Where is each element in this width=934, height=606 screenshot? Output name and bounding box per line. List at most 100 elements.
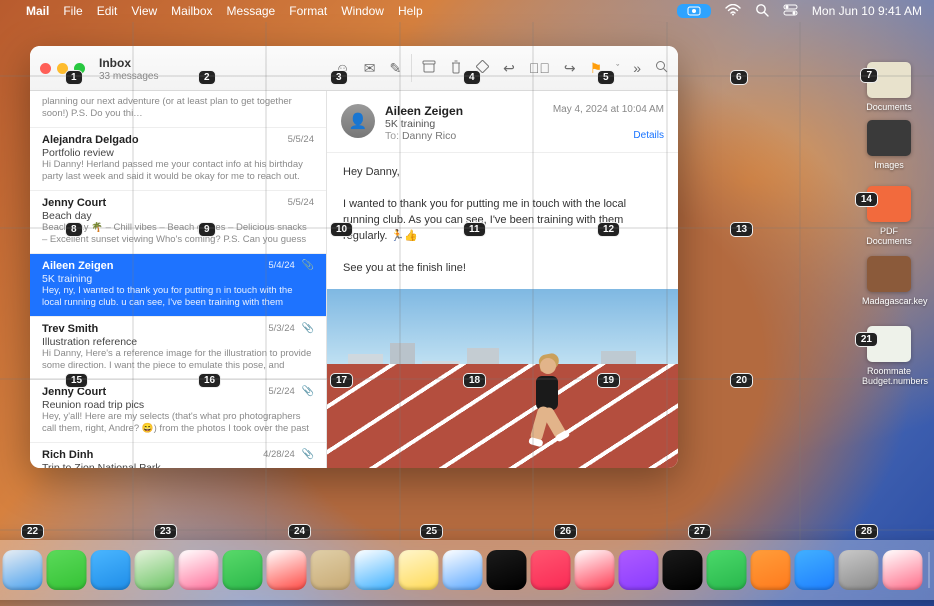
menu-mailbox[interactable]: Mailbox	[171, 4, 212, 18]
msg-subject: Trip to Zion National Park	[42, 462, 314, 468]
mailbox-title: Inbox	[99, 57, 158, 70]
message-row[interactable]: Jenny Court 5/5/24Beach dayBeach Day 🌴 – …	[30, 191, 326, 254]
dock-app-safari[interactable]	[3, 550, 43, 590]
dock-app-stocks[interactable]	[663, 550, 703, 590]
dock-app-tv[interactable]	[487, 550, 527, 590]
archive-icon[interactable]	[422, 60, 436, 76]
msg-sender: Jenny Court	[42, 386, 106, 398]
dock-app-pages[interactable]	[751, 550, 791, 590]
toolbar-search-icon[interactable]	[655, 60, 668, 76]
dock-app-notes[interactable]	[399, 550, 439, 590]
attachment-icon: 📎	[299, 260, 314, 271]
desktop-item-label: Madagascar.key	[862, 296, 916, 306]
msg-date: 5/4/24 📎	[268, 260, 314, 272]
dock-app-messages[interactable]	[47, 550, 87, 590]
menu-message[interactable]: Message	[227, 4, 276, 18]
msg-sender: Jenny Court	[42, 197, 106, 209]
msg-preview: Beach Day 🌴 – Chill vibes – Beach games …	[42, 222, 314, 246]
desktop-item[interactable]: Roommate Budget.numbers	[862, 326, 916, 386]
menubar-app-name[interactable]: Mail	[26, 4, 49, 18]
forward-icon[interactable]: ↪	[564, 60, 576, 77]
msg-preview: planning our next adventure (or at least…	[42, 96, 314, 120]
desktop-item[interactable]: Madagascar.key	[862, 256, 916, 306]
menu-view[interactable]: View	[131, 4, 157, 18]
attachment-icon: 📎	[299, 386, 314, 397]
mail-window: Inbox 33 messages ☺ ✉ ✎ ↩ ↩⃔ ↪ ⚑ ˇ »	[30, 46, 678, 468]
window-minimize-button[interactable]	[57, 63, 68, 74]
desktop-item[interactable]: PDF Documents	[862, 186, 916, 246]
desktop-item-label: PDF Documents	[862, 226, 916, 246]
msg-date: 5/5/24	[288, 197, 314, 209]
menu-window[interactable]: Window	[341, 4, 384, 18]
dock-app-iphone-mirroring[interactable]	[883, 550, 923, 590]
message-row[interactable]: planning our next adventure (or at least…	[30, 90, 326, 128]
msg-date: 4/28/24 📎	[263, 449, 314, 461]
mute-icon[interactable]: ☺	[335, 60, 349, 76]
dock-app-mail[interactable]	[91, 550, 131, 590]
trash-icon[interactable]	[450, 60, 462, 77]
message-viewer: 👤 Aileen Zeigen 5K training To: Danny Ri…	[327, 46, 678, 468]
message-from: Aileen Zeigen	[385, 104, 543, 118]
message-body: Hey Danny, I wanted to thank you for put…	[327, 153, 678, 289]
details-link[interactable]: Details	[553, 130, 664, 141]
dock-app-news[interactable]	[575, 550, 615, 590]
msg-sender: Rich Dinh	[42, 449, 93, 461]
attachment-icon: 📎	[299, 323, 314, 334]
menubar-clock[interactable]: Mon Jun 10 9:41 AM	[812, 4, 922, 18]
dock-app-maps[interactable]	[135, 550, 175, 590]
dock-app-contacts[interactable]	[311, 550, 351, 590]
dock-app-freeform[interactable]	[443, 550, 483, 590]
message-attachment-image	[327, 289, 678, 468]
msg-sender: Alejandra Delgado	[42, 134, 139, 146]
menu-help[interactable]: Help	[398, 4, 423, 18]
message-row[interactable]: Aileen Zeigen5/4/24 📎5K trainingHey, ny,…	[30, 254, 326, 317]
dock-app-photos[interactable]	[179, 550, 219, 590]
message-row[interactable]: Alejandra Delgado5/5/24Portfolio reviewH…	[30, 128, 326, 191]
screen-recording-indicator[interactable]	[677, 4, 711, 18]
msg-subject: Beach day	[42, 210, 314, 222]
attachment-icon: 📎	[299, 449, 314, 460]
dock-app-numbers[interactable]	[707, 550, 747, 590]
menu-file[interactable]: File	[63, 4, 82, 18]
message-row[interactable]: Rich Dinh 4/28/24 📎Trip to Zion National …	[30, 443, 326, 468]
wifi-icon[interactable]	[725, 4, 741, 19]
desktop-item-label: Documents	[862, 102, 916, 112]
msg-preview: Hey, ny, I wanted to thank you for putti…	[42, 285, 314, 309]
dock-app-podcasts[interactable]	[619, 550, 659, 590]
message-list[interactable]: planning our next adventure (or at least…	[30, 46, 327, 468]
window-close-button[interactable]	[40, 63, 51, 74]
msg-preview: Hi Danny, Here's a reference image for t…	[42, 348, 314, 372]
reply-icon[interactable]: ↩	[503, 60, 515, 77]
message-row[interactable]: Jenny Court5/2/24 📎Reunion road trip pic…	[30, 380, 326, 443]
desktop-item[interactable]: Images	[862, 120, 916, 170]
dock-app-facetime[interactable]	[223, 550, 263, 590]
menu-edit[interactable]: Edit	[97, 4, 118, 18]
reply-all-icon[interactable]: ↩⃔	[529, 60, 550, 76]
dock-app-appstore[interactable]	[795, 550, 835, 590]
dock-app-settings[interactable]	[839, 550, 879, 590]
menu-format[interactable]: Format	[289, 4, 327, 18]
mail-toolbar: Inbox 33 messages ☺ ✉ ✎ ↩ ↩⃔ ↪ ⚑ ˇ »	[30, 46, 678, 91]
menubar: Mail File Edit View Mailbox Message Form…	[0, 0, 934, 22]
newmail-icon[interactable]: ✉	[364, 60, 376, 77]
junk-icon[interactable]	[476, 60, 489, 76]
dock	[0, 540, 934, 600]
flag-icon[interactable]: ⚑	[590, 60, 603, 77]
more-icon[interactable]: »	[633, 60, 641, 76]
search-icon[interactable]	[755, 3, 769, 20]
msg-subject: Portfolio review	[42, 147, 314, 159]
desktop-item[interactable]: Documents	[862, 62, 916, 112]
dock-separator	[929, 552, 930, 588]
compose-icon[interactable]: ✎	[389, 60, 401, 77]
msg-subject: Reunion road trip pics	[42, 399, 314, 411]
message-row[interactable]: Trev Smith5/3/24 📎Illustration reference…	[30, 317, 326, 380]
dock-app-reminders[interactable]	[355, 550, 395, 590]
dock-app-calendar[interactable]	[267, 550, 307, 590]
control-center-icon[interactable]	[783, 4, 798, 19]
chevron-down-icon[interactable]: ˇ	[616, 63, 619, 73]
msg-preview: Hi Danny! Herland passed me your contact…	[42, 159, 314, 183]
message-subject: 5K training	[385, 118, 543, 130]
dock-app-music[interactable]	[531, 550, 571, 590]
window-zoom-button[interactable]	[74, 63, 85, 74]
msg-subject: Illustration reference	[42, 336, 314, 348]
